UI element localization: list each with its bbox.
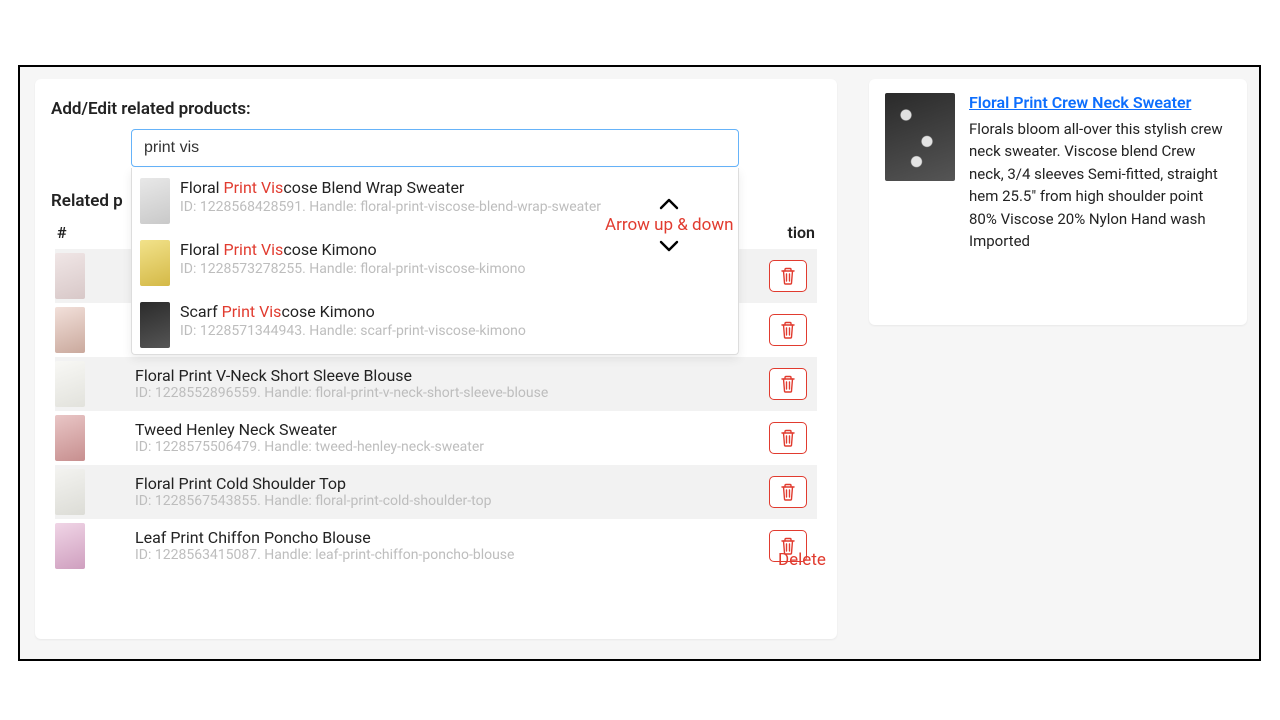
table-row: Tweed Henley Neck Sweater ID: 1228575506… bbox=[55, 411, 817, 465]
product-thumb bbox=[55, 523, 85, 569]
delete-button[interactable] bbox=[769, 260, 807, 292]
section-title: Add/Edit related products: bbox=[51, 99, 817, 119]
dropdown-item-meta: ID: 1228573278255. Handle: floral-print-… bbox=[180, 261, 728, 277]
row-meta: ID: 1228575506479. Handle: tweed-henley-… bbox=[135, 439, 749, 457]
product-preview-card: Floral Print Crew Neck Sweater Florals b… bbox=[869, 79, 1247, 325]
dropdown-item-meta: ID: 1228568428591. Handle: floral-print-… bbox=[180, 199, 728, 215]
row-meta: ID: 1228567543855. Handle: floral-print-… bbox=[135, 493, 749, 511]
trash-icon bbox=[780, 267, 796, 285]
trash-icon bbox=[780, 429, 796, 447]
delete-button[interactable] bbox=[769, 476, 807, 508]
dropdown-item-title: Floral Print Viscose Kimono bbox=[180, 240, 728, 260]
delete-button[interactable] bbox=[769, 530, 807, 562]
dropdown-item-title: Scarf Print Viscose Kimono bbox=[180, 302, 728, 322]
product-thumb bbox=[55, 415, 85, 461]
delete-button[interactable] bbox=[769, 368, 807, 400]
preview-description: Florals bloom all-over this stylish crew… bbox=[969, 118, 1231, 253]
preview-thumb bbox=[885, 93, 955, 181]
product-thumb bbox=[140, 240, 170, 286]
product-thumb bbox=[140, 178, 170, 224]
product-thumb bbox=[55, 361, 85, 407]
dropdown-item[interactable]: Scarf Print Viscose Kimono ID: 122857134… bbox=[132, 292, 738, 354]
row-title: Floral Print Cold Shoulder Top bbox=[135, 474, 749, 493]
search-input[interactable] bbox=[131, 129, 739, 167]
row-title: Tweed Henley Neck Sweater bbox=[135, 420, 749, 439]
dropdown-item[interactable]: Floral Print Viscose Blend Wrap Sweater … bbox=[132, 168, 738, 230]
delete-button[interactable] bbox=[769, 314, 807, 346]
trash-icon bbox=[780, 321, 796, 339]
search-dropdown: Floral Print Viscose Blend Wrap Sweater … bbox=[131, 168, 739, 355]
row-title: Leaf Print Chiffon Poncho Blouse bbox=[135, 528, 749, 547]
preview-title[interactable]: Floral Print Crew Neck Sweater bbox=[969, 93, 1191, 112]
trash-icon bbox=[780, 537, 796, 555]
delete-button[interactable] bbox=[769, 422, 807, 454]
row-meta: ID: 1228552896559. Handle: floral-print-… bbox=[135, 385, 749, 403]
search-wrap: Floral Print Viscose Blend Wrap Sweater … bbox=[131, 129, 817, 167]
trash-icon bbox=[780, 375, 796, 393]
dropdown-item-meta: ID: 1228571344943. Handle: scarf-print-v… bbox=[180, 323, 728, 339]
product-thumb bbox=[55, 469, 85, 515]
product-thumb bbox=[55, 253, 85, 299]
dropdown-item[interactable]: Floral Print Viscose Kimono ID: 12285732… bbox=[132, 230, 738, 292]
dropdown-item-title: Floral Print Viscose Blend Wrap Sweater bbox=[180, 178, 728, 198]
row-meta: ID: 1228563415087. Handle: leaf-print-ch… bbox=[135, 547, 749, 565]
product-thumb bbox=[140, 302, 170, 348]
table-row: Floral Print Cold Shoulder Top ID: 12285… bbox=[55, 465, 817, 519]
product-thumb bbox=[55, 307, 85, 353]
th-actions: tion bbox=[737, 223, 817, 242]
app-frame: Add/Edit related products: Floral Print … bbox=[18, 65, 1261, 661]
related-products-panel: Add/Edit related products: Floral Print … bbox=[35, 79, 837, 639]
trash-icon bbox=[780, 483, 796, 501]
row-title: Floral Print V-Neck Short Sleeve Blouse bbox=[135, 366, 749, 385]
table-row: Leaf Print Chiffon Poncho Blouse ID: 122… bbox=[55, 519, 817, 573]
th-thumb: # bbox=[55, 223, 135, 242]
table-row: Floral Print V-Neck Short Sleeve Blouse … bbox=[55, 357, 817, 411]
